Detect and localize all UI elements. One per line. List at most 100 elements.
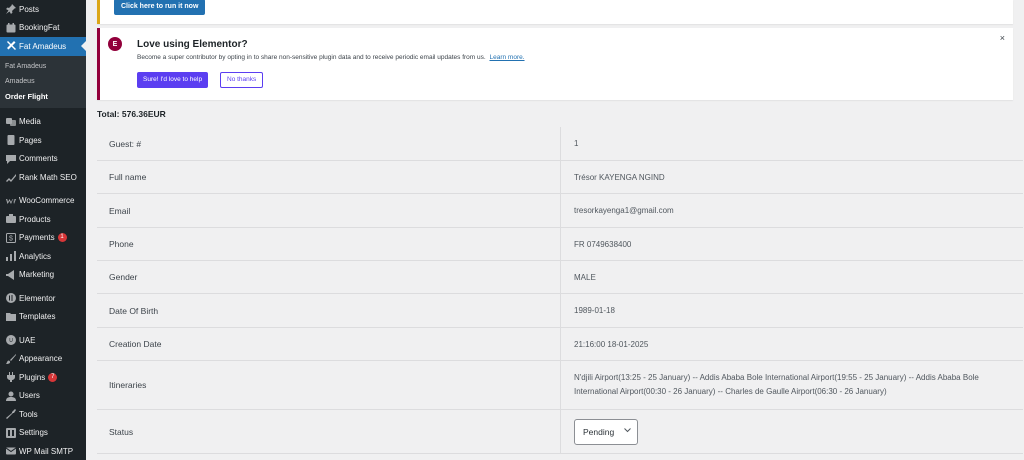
svg-text:U: U [9,338,13,344]
sidebar-item-products[interactable]: Products [0,210,86,229]
submenu-item-fat-amadeus[interactable]: Fat Amadeus [0,59,86,74]
field-value: Trésor KAYENGA NGIND [574,172,665,182]
sidebar-item-label: Analytics [19,251,52,261]
sidebar-item-rank-math-seo[interactable]: Rank Math SEO [0,168,86,187]
sidebar-item-posts[interactable]: Posts [0,0,86,19]
elementor-icon [5,293,16,304]
media-icon [5,116,16,127]
field-value-cell: 21:16:00 18-01-2025 [560,328,1023,360]
field-value-cell: FR 0749638400 [560,228,1023,260]
elementor-notice-text: Become a super contributor by opting in … [137,54,486,61]
sidebar-item-label: Settings [19,428,48,438]
field-value: 21:16:00 18-01-2025 [574,339,649,349]
field-value: FR 0749638400 [574,239,632,249]
sidebar-item-tools[interactable]: Tools [0,405,86,424]
field-label: Full name [109,172,147,182]
svg-text:$: $ [9,235,13,242]
sidebar-item-label: Elementor [19,293,56,303]
field-value: 1 [574,139,579,148]
field-value-cell: MALE [560,261,1023,293]
sidebar-item-payments[interactable]: $ Payments 1 [0,229,86,248]
sidebar-item-uae[interactable]: U UAE [0,331,86,350]
field-label: Status [109,426,134,437]
field-label: Date Of Birth [109,305,159,316]
table-row: Full name Trésor KAYENGA NGIND [97,161,1023,194]
sidebar-item-media[interactable]: Media [0,113,86,132]
table-row: Date Of Birth 1989-01-18 [97,294,1023,328]
no-thanks-button[interactable]: No thanks [220,72,264,88]
pin-icon [5,4,16,15]
sidebar-item-fat-amadeus[interactable]: Fat Amadeus [0,37,86,56]
sidebar-item-users[interactable]: Users [0,387,86,406]
field-value: 1989-01-18 [574,306,615,315]
sidebar-item-label: Templates [19,312,56,322]
sidebar-item-elementor[interactable]: Elementor [0,289,86,308]
status-select[interactable]: Pending [574,418,638,445]
sidebar-item-bookingfat[interactable]: BookingFat [0,19,86,38]
elementor-notice-title: Love using Elementor? [137,39,248,50]
sidebar-item-label: Tools [19,409,38,419]
sidebar-item-settings[interactable]: Settings [0,424,86,443]
chevron-down-icon [624,428,631,435]
sidebar-item-label: Media [19,117,41,127]
sidebar-item-label: Products [19,214,51,224]
sidebar-item-label: WP Mail SMTP [19,446,74,456]
table-row: Guest: # 1 [97,127,1023,161]
learn-more-link[interactable]: Learn more. [489,54,524,61]
plugins-icon [5,372,16,383]
rankmath-icon [5,172,16,183]
sidebar-item-label: Comments [19,154,58,164]
status-value: Pending [583,426,615,437]
sidebar-submenu: Fat Amadeus Amadeus Order Flight [0,55,86,108]
sidebar-item-templates[interactable]: Templates [0,308,86,327]
sidebar-item-woocommerce[interactable]: WooCommerce [0,192,86,211]
sidebar-item-label: Payments [19,233,55,243]
products-icon [5,214,16,225]
table-row: Creation Date 21:16:00 18-01-2025 [97,328,1023,361]
submenu-item-amadeus[interactable]: Amadeus [0,74,86,89]
table-row: Itineraries N'djili Airport(13:25 - 25 Ja… [97,361,1023,410]
sidebar-item-label: Posts [19,4,40,14]
field-value: MALE [574,272,596,282]
field-label: Phone [109,239,134,249]
sidebar-item-label: Plugins [19,372,46,382]
settings-icon [5,427,16,438]
field-value-cell: tresorkayenga1@gmail.com [560,194,1023,227]
opt-in-button[interactable]: Sure! I'd love to help [137,72,209,88]
sidebar-item-label: Users [19,391,40,401]
field-label: Gender [109,272,138,282]
table-row: Gender MALE [97,261,1023,294]
sidebar-item-marketing[interactable]: Marketing [0,266,86,285]
elementor-logo-icon: E [108,37,122,51]
sidebar-item-appearance[interactable]: Appearance [0,350,86,369]
uae-icon: U [5,335,16,346]
sidebar-item-comments[interactable]: Comments [0,150,86,169]
sidebar-item-wp-mail-smtp[interactable]: WP Mail SMTP [0,442,86,460]
sidebar-item-plugins[interactable]: Plugins 7 [0,368,86,387]
field-value-cell: 1989-01-18 [560,294,1023,327]
field-label: Creation Date [109,339,162,349]
close-icon[interactable]: × [1000,33,1005,43]
elementor-notice: E Love using Elementor? Become a super c… [97,28,1013,100]
sidebar-item-label: UAE [19,335,36,345]
sidebar-item-label: Pages [19,135,42,145]
field-value-cell: 1 [560,127,1023,160]
appearance-icon [5,353,16,364]
notification-badge: 7 [48,372,58,382]
templates-icon [5,311,16,322]
field-value-cell: Pending [560,410,1023,453]
field-value-cell: N'djili Airport(13:25 - 25 January) -- A… [560,361,1023,409]
sidebar-item-analytics[interactable]: Analytics [0,247,86,266]
admin-sidebar: Posts BookingFat Fat Amadeus Fat Amadeus Ama… [0,0,86,460]
field-value: N'djili Airport(13:25 - 25 January) -- A… [574,373,979,396]
sidebar-item-pages[interactable]: Pages [0,131,86,150]
sidebar-item-label: Rank Math SEO [19,172,77,182]
mail-icon [5,446,16,457]
notification-badge: 1 [57,233,67,243]
sidebar-item-label: BookingFat [19,23,60,33]
submenu-item-order-flight[interactable]: Order Flight [0,89,86,104]
table-row: Status Pending [97,410,1023,454]
update-notice: Click here to run it now [97,0,1013,24]
users-icon [5,390,16,401]
run-now-button[interactable]: Click here to run it now [114,0,206,15]
